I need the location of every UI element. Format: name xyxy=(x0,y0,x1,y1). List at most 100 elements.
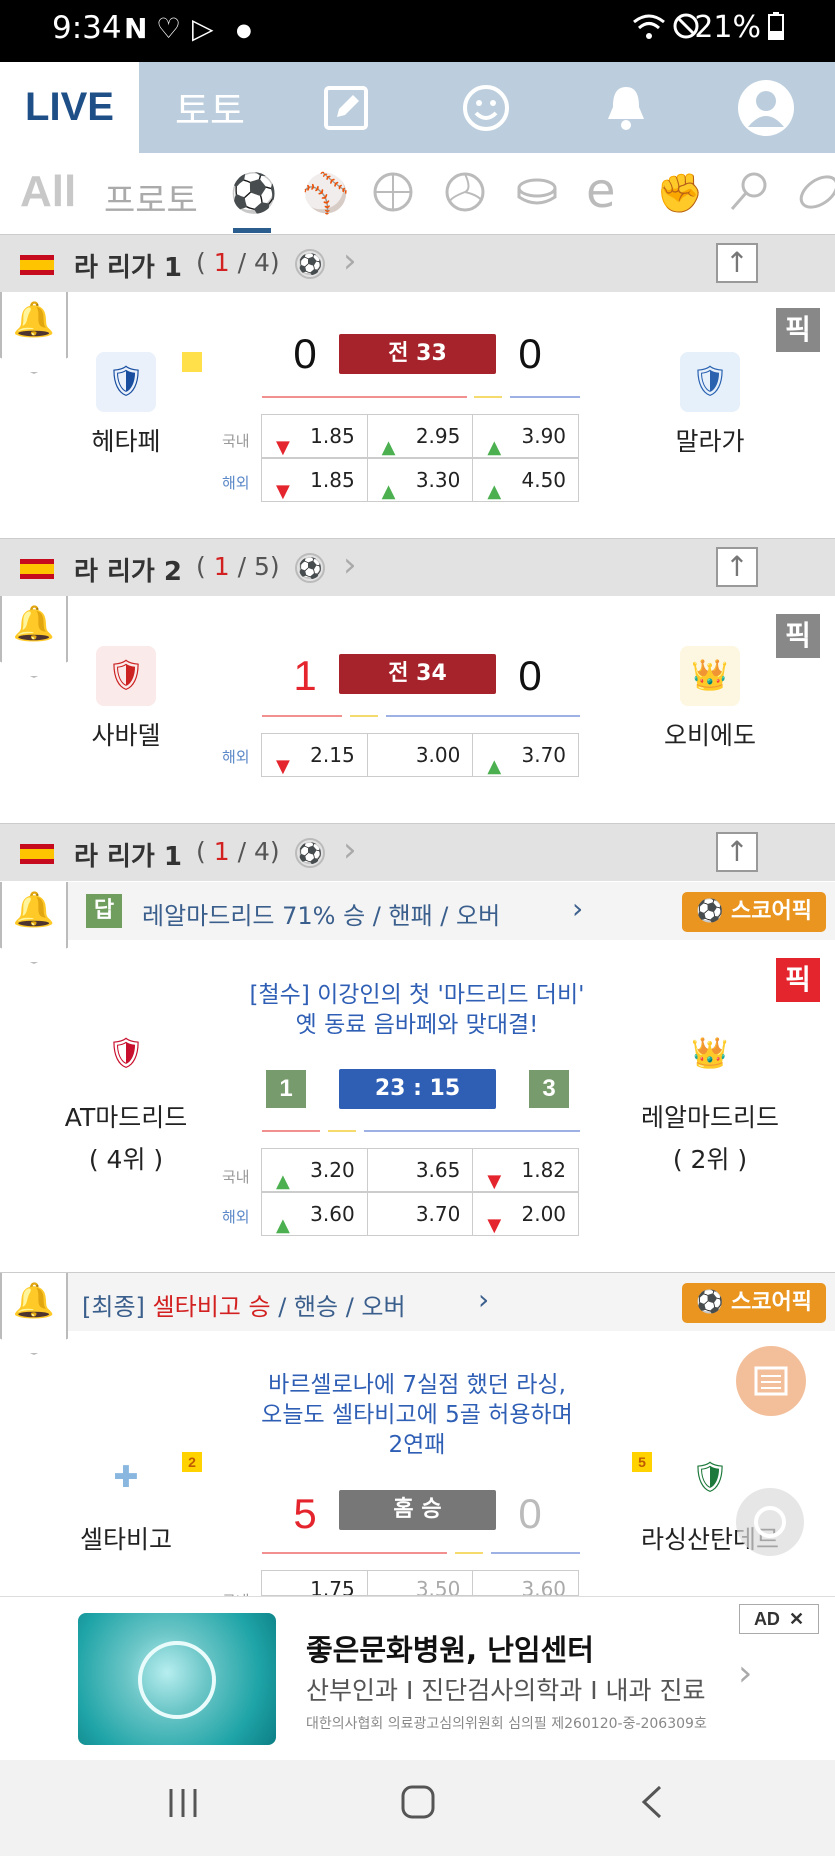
esports-icon[interactable]: e xyxy=(586,163,616,219)
odds-draw[interactable]: ▲ 2.95 xyxy=(368,415,474,458)
news-headline[interactable]: 바르셀로나에 7실점 했던 라싱, 오늘도 셀타비고에 5골 허용하며 2연패 xyxy=(207,1370,627,1460)
ad-close-button[interactable]: AD ✕ xyxy=(739,1604,819,1634)
odds-label-overseas: 해외 xyxy=(222,748,250,766)
golf-icon[interactable] xyxy=(728,171,770,222)
prediction-tip-bar[interactable]: [최종] 셀타비고 승 / 핸승 / 오버 › ⚽ 스코어픽 xyxy=(68,1273,835,1331)
odds-home[interactable]: 1.75 xyxy=(262,1571,368,1595)
news-headline[interactable]: [철수] 이강인의 첫 '마드리드 더비' 옛 동료 음바페와 맞대결! xyxy=(207,980,627,1040)
basketball-icon[interactable] xyxy=(372,171,414,222)
heart-chat-icon: ♡ xyxy=(156,12,182,45)
ad-title: 좋은문화병원, 난임센터 xyxy=(306,1633,594,1667)
league-count: ( 1 / 4) xyxy=(196,837,280,866)
home-team-name[interactable]: 셀타비고 xyxy=(41,1520,211,1556)
yellow-card-icon xyxy=(182,352,202,372)
clock: 9:34 xyxy=(52,10,122,46)
team-logo-racing: 🛡 xyxy=(680,1448,740,1508)
alert-bell-icon[interactable]: 🔔 xyxy=(0,1273,68,1355)
chevron-right-icon[interactable]: › xyxy=(343,241,357,281)
chevron-right-icon[interactable]: › xyxy=(343,545,357,585)
odds-away[interactable]: ▼ 1.82 xyxy=(473,1149,578,1192)
odds-home[interactable]: ▲ 3.20 xyxy=(262,1149,368,1192)
odds-away[interactable]: ▼ 2.00 xyxy=(473,1193,578,1236)
ad-banner[interactable]: 좋은문화병원, 난임센터 산부인과 I 진단검사의학과 I 내과 진료 대한의사… xyxy=(0,1596,835,1760)
spain-flag-icon xyxy=(20,844,54,864)
home-button[interactable] xyxy=(400,1784,436,1830)
collapse-icon[interactable]: ↑ xyxy=(716,832,758,872)
score-pick-button[interactable]: ⚽ 스코어픽 xyxy=(682,892,826,932)
netflix-icon: N xyxy=(124,12,148,45)
hockey-icon[interactable] xyxy=(516,171,558,222)
pick-badge[interactable]: 픽 xyxy=(776,614,820,658)
baseball-icon[interactable]: ⚾ xyxy=(302,171,349,216)
odds-home[interactable]: ▼ 2.15 xyxy=(262,734,368,777)
odds-away[interactable]: ▲ 4.50 xyxy=(473,459,578,502)
pick-badge[interactable]: 픽 xyxy=(776,958,820,1002)
tip-text: [최종] 셀타비고 승 / 핸승 / 오버 xyxy=(82,1293,406,1321)
profile-icon[interactable] xyxy=(730,62,802,153)
away-team-name[interactable]: 오비에도 xyxy=(625,716,795,752)
odds-home[interactable]: ▼ 1.85 xyxy=(262,459,368,502)
collapse-icon[interactable]: ↑ xyxy=(716,243,758,283)
odds-label-domestic: 국내 xyxy=(222,1168,250,1186)
odds-away[interactable]: ▲ 3.90 xyxy=(473,415,578,458)
soccer-ball-icon: ⚽ xyxy=(295,838,325,868)
alert-bell-icon[interactable]: 🔔 xyxy=(0,882,68,964)
alert-bell-icon[interactable]: 🔔 xyxy=(0,596,68,678)
odds-draw[interactable]: 3.00 xyxy=(368,734,474,776)
away-score: 0 xyxy=(518,330,542,377)
news-list-float-button[interactable] xyxy=(736,1346,806,1416)
home-score: 1 xyxy=(293,652,317,699)
tab-toto[interactable]: 토토 xyxy=(150,62,270,153)
league-header[interactable]: 라 리가 1 ( 1 / 4) ⚽ › ↑ xyxy=(0,823,835,881)
smiley-icon[interactable] xyxy=(450,62,522,153)
tab-proto[interactable]: 프로토 xyxy=(104,173,198,222)
pick-badge[interactable]: 픽 xyxy=(776,308,820,352)
tab-all[interactable]: All xyxy=(20,167,76,217)
football-icon[interactable] xyxy=(798,171,835,222)
chevron-right-icon[interactable]: › xyxy=(343,830,357,870)
away-team-name[interactable]: 레알마드리드 ( 2위 ) xyxy=(625,1098,795,1176)
odds-row: 1.75 3.50 3.60 xyxy=(261,1570,579,1596)
back-button[interactable] xyxy=(636,1784,666,1830)
away-score: 0 xyxy=(518,1490,542,1537)
league-count: ( 1 / 4) xyxy=(196,248,280,277)
fighting-icon[interactable]: ✊ xyxy=(656,171,703,216)
odds-row: ▼ 1.85 ▲ 2.95 ▲ 3.90 xyxy=(261,414,579,458)
odds-away[interactable]: 3.60 xyxy=(473,1571,578,1595)
home-team-name[interactable]: 사바델 xyxy=(41,716,211,752)
team-logo-real-madrid: 👑 xyxy=(680,1024,740,1084)
recents-button[interactable] xyxy=(166,1784,200,1830)
score-pick-button[interactable]: ⚽ 스코어픽 xyxy=(682,1283,826,1323)
odds-draw[interactable]: 3.50 xyxy=(368,1571,474,1595)
match-time: 전 34 xyxy=(339,654,496,694)
odds-draw[interactable]: 3.70 xyxy=(368,1193,474,1235)
volleyball-icon[interactable] xyxy=(444,171,486,222)
odds-draw[interactable]: ▲ 3.30 xyxy=(368,459,474,502)
league-header[interactable]: 라 리가 2 ( 1 / 5) ⚽ › ↑ xyxy=(0,538,835,596)
away-team-name[interactable]: 말라가 xyxy=(625,422,795,458)
soccer-icon[interactable]: ⚽ xyxy=(230,171,277,216)
play-store-icon: ▷ xyxy=(192,12,214,45)
status-bar: 9:34 N ♡ ▷ ● 21% xyxy=(0,0,835,62)
alert-bell-icon[interactable]: 🔔 xyxy=(0,292,68,374)
league-name: 라 리가 1 xyxy=(74,253,182,283)
odds-away[interactable]: ▲ 3.70 xyxy=(473,734,578,777)
match-time: 전 33 xyxy=(339,334,496,374)
odds-home[interactable]: ▲ 3.60 xyxy=(262,1193,368,1236)
top-nav: LIVE 토토 xyxy=(0,62,835,153)
prediction-tip-bar[interactable]: 답 레알마드리드 71% 승 / 핸패 / 오버 › ⚽ 스코어픽 xyxy=(68,882,835,940)
bell-icon[interactable] xyxy=(590,62,662,153)
home-team-name[interactable]: AT마드리드 ( 4위 ) xyxy=(41,1098,211,1176)
edit-icon[interactable] xyxy=(310,62,382,153)
chevron-right-icon[interactable]: › xyxy=(738,1653,752,1694)
odds-draw[interactable]: 3.65 xyxy=(368,1149,474,1191)
spain-flag-icon xyxy=(20,255,54,275)
home-team-name[interactable]: 헤타페 xyxy=(41,422,211,458)
scroll-top-float-button[interactable] xyxy=(736,1488,804,1556)
team-logo-malaga: 🛡 xyxy=(680,352,740,412)
collapse-icon[interactable]: ↑ xyxy=(716,547,758,587)
team-logo-getafe: 🛡 xyxy=(96,352,156,412)
tab-live[interactable]: LIVE xyxy=(0,62,139,153)
league-header[interactable]: 라 리가 1 ( 1 / 4) ⚽ › ↑ xyxy=(0,234,835,292)
odds-home[interactable]: ▼ 1.85 xyxy=(262,415,368,458)
